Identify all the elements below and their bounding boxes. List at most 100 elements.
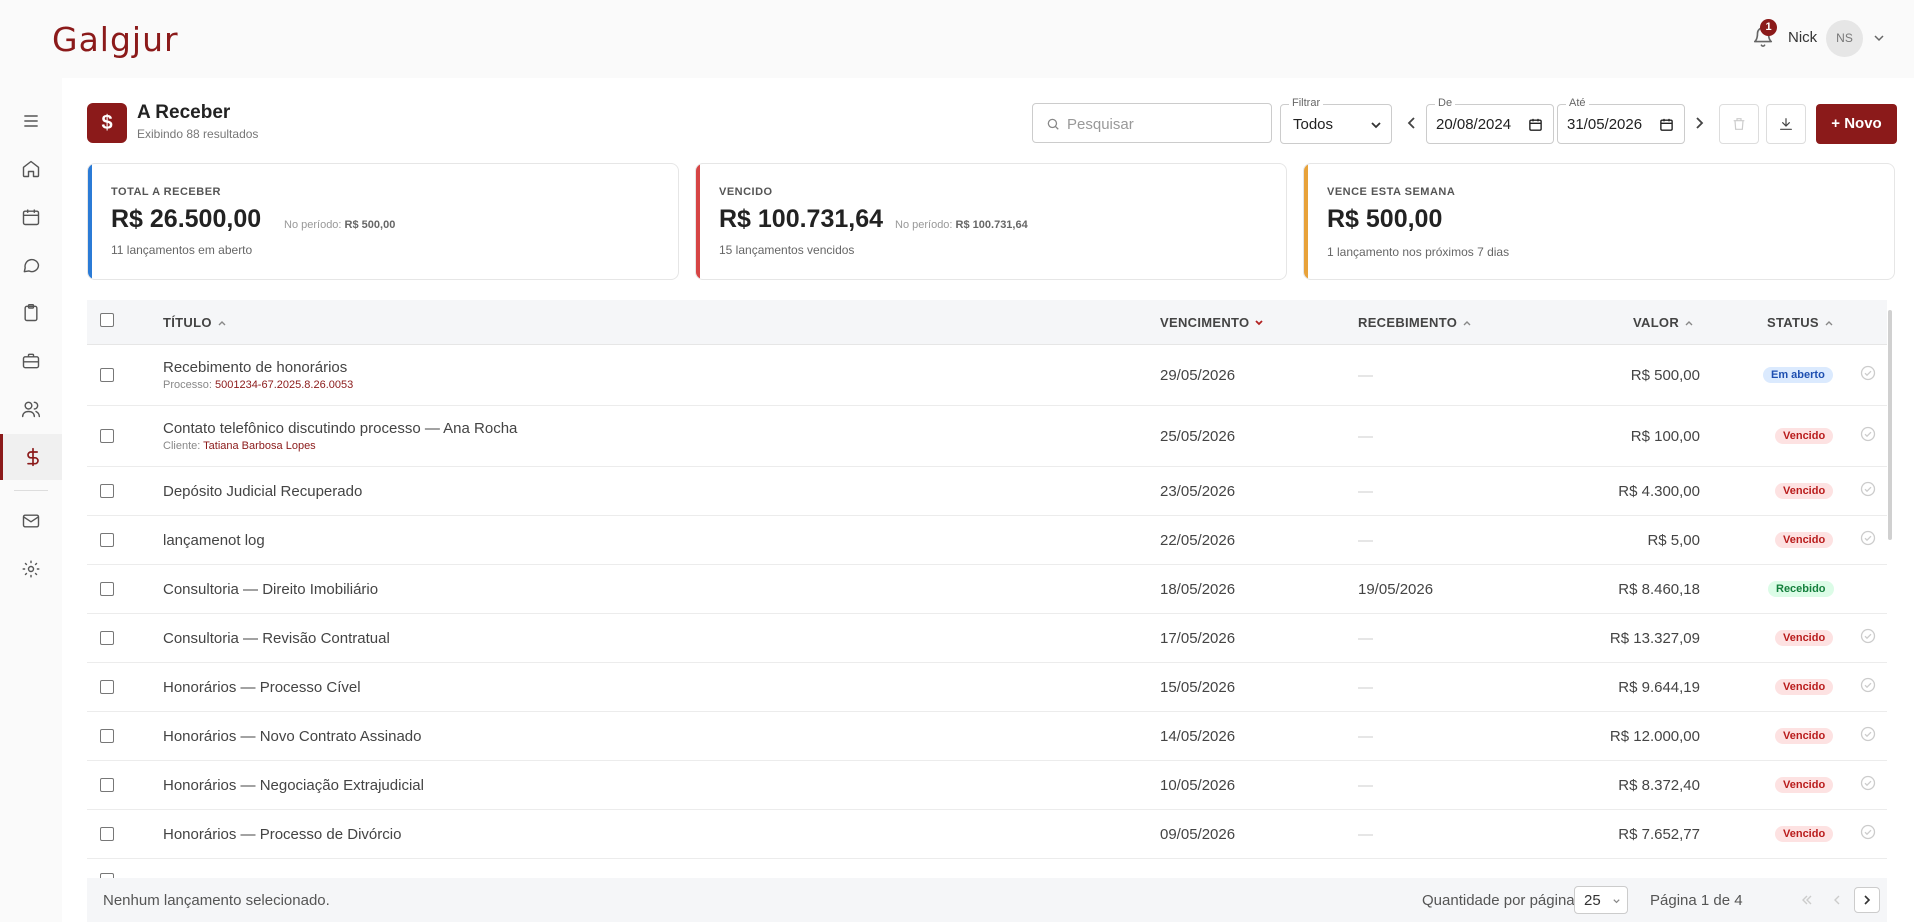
row-sub-label: Processo: [163,379,212,391]
row-title[interactable]: Consultoria — Revisão Contratual [163,630,390,647]
row-checkbox[interactable] [100,533,114,547]
select-all-checkbox[interactable] [100,313,114,327]
status-badge: Vencido [1775,428,1834,444]
download-button[interactable] [1766,104,1806,144]
table-row[interactable]: Consultoria — Direito Imobiliário 18/05/… [87,565,1887,614]
row-due-date: 10/05/2026 [1160,777,1236,794]
card-period-label: No período: [895,219,953,231]
avatar[interactable]: NS [1826,20,1863,57]
mark-received-icon[interactable] [1860,530,1876,546]
mark-received-icon[interactable] [1860,481,1876,497]
row-title[interactable]: Consultoria — Direito Imobiliário [163,581,378,598]
mark-received-icon[interactable] [1860,628,1876,644]
sidebar-item-mail[interactable] [0,498,62,544]
per-page-label: Quantidade por página: [1422,892,1579,909]
mark-received-icon[interactable] [1860,726,1876,742]
table-row[interactable]: Recebimento de honorários Processo: 5001… [87,345,1887,406]
sidebar-item-cases[interactable] [0,338,62,384]
summary-card-total: TOTAL A RECEBER R$ 26.500,00 No período:… [87,163,679,280]
row-subtitle: Processo: 5001234-67.2025.8.26.0053 [163,379,353,391]
page-subtitle: Exibindo 88 resultados [137,127,259,141]
row-sub-link[interactable]: Tatiana Barbosa Lopes [203,440,316,452]
search-box[interactable] [1032,103,1272,143]
row-title[interactable]: Honorários — Processo Cível [163,679,361,696]
filter-value: Todos [1293,116,1334,133]
table-row[interactable]: Honorários — Novo Contrato Assinado 14/0… [87,712,1887,761]
calendar-icon[interactable] [1659,117,1674,132]
column-title[interactable]: TÍTULO [163,315,227,330]
date-to-field[interactable]: Até 31/05/2026 [1557,97,1685,144]
column-value[interactable]: VALOR [1633,315,1694,330]
row-title[interactable]: Recebimento de honorários [163,359,347,376]
new-button[interactable]: + Novo [1816,104,1897,144]
row-received-date: — [1358,428,1373,445]
row-title[interactable]: Depósito Judicial Recuperado [163,483,362,500]
mark-received-icon[interactable] [1860,824,1876,840]
sidebar-item-clients[interactable] [0,386,62,432]
row-checkbox[interactable] [100,680,114,694]
search-input[interactable] [1067,112,1263,136]
mark-received-icon[interactable] [1860,365,1876,381]
per-page-select[interactable]: 25 [1574,886,1628,914]
user-name[interactable]: Nick [1788,29,1817,46]
row-title[interactable]: Honorários — Processo de Divórcio [163,826,401,843]
row-value: R$ 500,00 [1630,367,1700,384]
table-row[interactable]: lançamenot log 22/05/2026 — R$ 5,00 Venc… [87,516,1887,565]
row-checkbox[interactable] [100,631,114,645]
table-row[interactable]: Honorários — Negociação Extrajudicial 10… [87,761,1887,810]
mark-received-icon[interactable] [1860,677,1876,693]
row-checkbox[interactable] [100,484,114,498]
sidebar-item-menu[interactable] [0,98,62,144]
card-label: TOTAL A RECEBER [111,186,221,198]
table-scrollbar[interactable] [1888,310,1892,540]
date-from-field[interactable]: De 20/08/2024 [1426,97,1554,144]
status-badge: Vencido [1775,777,1834,793]
next-period-icon[interactable] [1689,113,1709,133]
row-checkbox[interactable] [100,582,114,596]
card-label: VENCIDO [719,186,773,198]
row-title[interactable]: Honorários — Novo Contrato Assinado [163,728,421,745]
row-title[interactable]: lançamenot log [163,532,265,549]
table-row[interactable] [87,859,1887,878]
table-footer: Nenhum lançamento selecionado. Quantidad… [87,878,1887,922]
prev-period-icon[interactable] [1402,113,1422,133]
row-sub-link[interactable]: 5001234-67.2025.8.26.0053 [215,379,353,391]
mark-received-icon[interactable] [1860,426,1876,442]
row-checkbox[interactable] [100,778,114,792]
table-row[interactable]: Consultoria — Revisão Contratual 17/05/2… [87,614,1887,663]
sidebar-item-home[interactable] [0,146,62,192]
column-received[interactable]: RECEBIMENTO [1358,315,1472,330]
page-title: A Receber [137,102,231,123]
calendar-icon[interactable] [1528,117,1543,132]
row-title[interactable]: Contato telefônico discutindo processo —… [163,420,517,437]
home-icon [22,160,40,178]
row-received-date: 19/05/2026 [1358,581,1434,598]
sort-up-icon [1825,320,1833,325]
sidebar-item-finance[interactable] [0,434,62,480]
sidebar-item-chat[interactable] [0,242,62,288]
sidebar-item-tasks[interactable] [0,290,62,336]
prev-page-button[interactable] [1824,887,1850,913]
next-page-button[interactable] [1854,887,1880,913]
filter-select[interactable]: Filtrar Todos [1280,97,1392,144]
status-badge: Recebido [1768,581,1834,597]
app-logo[interactable]: Galgjur [52,20,179,59]
column-due[interactable]: VENCIMENTO [1160,315,1264,330]
table-row[interactable]: Honorários — Processo Cível 15/05/2026 —… [87,663,1887,712]
row-checkbox[interactable] [100,368,114,382]
table-row[interactable]: Contato telefônico discutindo processo —… [87,406,1887,467]
row-checkbox[interactable] [100,827,114,841]
delete-button[interactable] [1719,104,1759,144]
column-status[interactable]: STATUS [1767,315,1834,330]
row-checkbox[interactable] [100,729,114,743]
sidebar-item-calendar[interactable] [0,194,62,240]
mark-received-icon[interactable] [1860,775,1876,791]
row-title[interactable]: Honorários — Negociação Extrajudicial [163,777,424,794]
column-due-label: VENCIMENTO [1160,315,1250,330]
row-checkbox[interactable] [100,429,114,443]
table-row[interactable]: Honorários — Processo de Divórcio 09/05/… [87,810,1887,859]
table-row[interactable]: Depósito Judicial Recuperado 23/05/2026 … [87,467,1887,516]
first-page-button[interactable] [1794,887,1820,913]
chevron-down-icon[interactable] [1873,32,1885,44]
sidebar-item-settings[interactable] [0,546,62,592]
